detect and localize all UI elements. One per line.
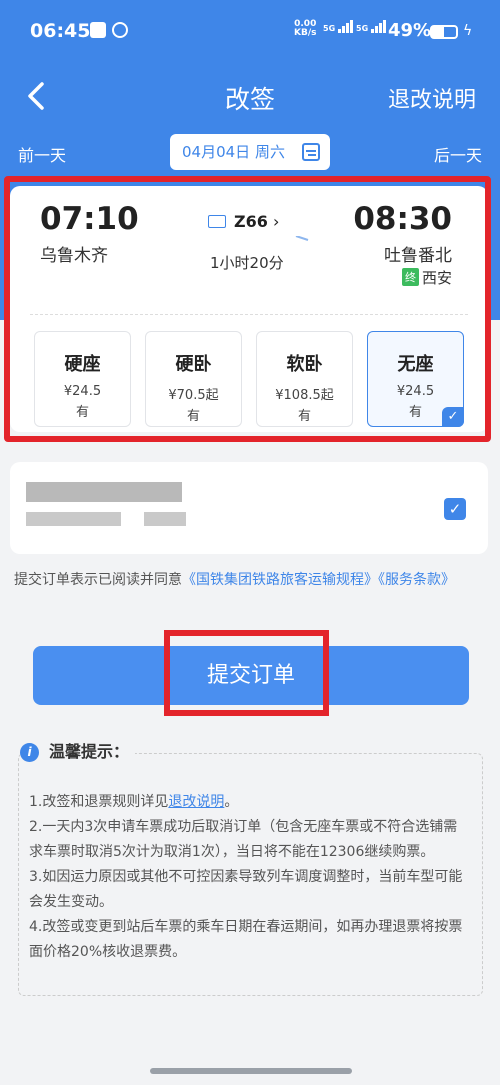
tip-item: 4.改签或变更到站后车票的乘车日期在春运期间，如再办理退票将按票面价格20%核收… xyxy=(29,919,463,960)
home-indicator[interactable] xyxy=(150,1068,352,1074)
status-bar: 06:45 0.00 KB/s 5G 5G 49% ϟ xyxy=(0,0,500,62)
date-picker[interactable]: 04月04日 周六 xyxy=(170,134,330,170)
tip-item: 1.改签和退票规则详见退改说明。 xyxy=(29,790,470,815)
terminal-station: 终西安 xyxy=(401,267,452,288)
tips-box: 1.改签和退票规则详见退改说明。 2.一天内3次申请车票成功后取消订单（包含无座… xyxy=(18,753,483,996)
redacted-passenger-name xyxy=(26,482,182,502)
seat-availability: 有 xyxy=(186,409,200,424)
arrival-station: 吐鲁番北 xyxy=(384,246,452,266)
seat-availability: 有 xyxy=(297,409,311,424)
prev-day-button[interactable]: 前一天 xyxy=(18,142,66,166)
seat-option-hard-sleeper[interactable]: 硬卧 ¥70.5起 有 xyxy=(145,331,242,427)
submit-order-button[interactable]: 提交订单 xyxy=(33,646,469,705)
seat-name: 软卧 xyxy=(286,354,323,375)
seat-option-soft-sleeper[interactable]: 软卧 ¥108.5起 有 xyxy=(256,331,353,427)
arrival-time: 08:30 xyxy=(353,201,452,237)
id-card-icon xyxy=(208,215,226,228)
divider xyxy=(30,314,468,315)
refund-change-info-inline-link[interactable]: 退改说明 xyxy=(168,794,224,810)
train-number-link[interactable]: Z66 › xyxy=(208,212,279,231)
tip-text: 。 xyxy=(224,794,239,810)
chevron-right-icon: › xyxy=(267,212,280,231)
signal-label: 5G xyxy=(356,24,369,33)
tip-text: 1.改签和退票规则详见 xyxy=(29,794,169,810)
seat-price: ¥108.5起 xyxy=(275,388,334,403)
network-speed: 0.00 KB/s xyxy=(294,20,316,38)
departure-time: 07:10 xyxy=(40,201,139,237)
passenger-card: ✓ xyxy=(10,462,488,554)
departure-station: 乌鲁木齐 xyxy=(40,246,108,266)
travel-duration: 1小时20分 xyxy=(210,254,284,272)
calendar-icon xyxy=(302,143,320,161)
signal-icon: 5G xyxy=(323,20,354,33)
passenger-checkbox[interactable]: ✓ xyxy=(444,498,466,520)
terminal-station-name: 西安 xyxy=(421,269,452,287)
seat-price: ¥24.5 xyxy=(396,384,435,399)
tip-item: 2.一天内3次申请车票成功后取消订单（包含无座车票或不符合选铺需求车票时取消5次… xyxy=(29,819,458,860)
seat-price: ¥70.5起 xyxy=(168,388,219,403)
battery-icon xyxy=(430,25,458,39)
selected-date: 04月04日 周六 xyxy=(182,143,285,161)
tips-title: 温馨提示： xyxy=(49,742,130,761)
seat-name: 硬卧 xyxy=(175,354,212,375)
agreement-text: 提交订单表示已阅读并同意《国铁集团铁路旅客运输规程》《服务条款》 xyxy=(14,568,484,593)
app-notification-icon xyxy=(112,22,128,38)
battery-percent: 49% xyxy=(388,20,432,41)
seat-name: 硬座 xyxy=(64,354,101,375)
info-icon: i xyxy=(20,743,39,762)
refund-change-info-link[interactable]: 退改说明 xyxy=(388,82,476,114)
redacted-passenger-id xyxy=(26,512,186,526)
charging-icon: ϟ xyxy=(463,23,473,39)
tips-heading: i 温馨提示： xyxy=(20,738,136,762)
selected-check-icon: ✓ xyxy=(442,407,464,427)
seat-availability: 有 xyxy=(75,405,89,420)
seat-option-hard-seat[interactable]: 硬座 ¥24.5 有 xyxy=(34,331,131,427)
seat-price: ¥24.5 xyxy=(63,384,102,399)
agreement-prefix: 提交订单表示已阅读并同意 xyxy=(14,572,182,588)
arrow-icon xyxy=(178,236,309,241)
agreement-link[interactable]: 《国铁集团铁路旅客运输规程》《服务条款》 xyxy=(182,572,455,588)
terminal-badge: 终 xyxy=(401,268,419,286)
tip-item: 3.如因运力原因或其他不可控因素导致列车调度调整时，当前车型可能会发生变动。 xyxy=(29,869,463,910)
alipay-icon xyxy=(90,22,106,38)
signal-label: 5G xyxy=(323,24,336,33)
seat-option-no-seat[interactable]: 无座 ¥24.5 有 ✓ xyxy=(367,331,464,427)
train-number: Z66 xyxy=(234,212,268,231)
next-day-button[interactable]: 后一天 xyxy=(434,142,482,166)
net-speed-unit: KB/s xyxy=(294,28,317,38)
train-card: 07:10 乌鲁木齐 Z66 › 1小时20分 08:30 吐鲁番北 终西安 硬… xyxy=(10,186,488,432)
seat-name: 无座 xyxy=(397,354,434,375)
signal-icon: 5G xyxy=(356,20,387,33)
status-time: 06:45 xyxy=(30,20,91,42)
